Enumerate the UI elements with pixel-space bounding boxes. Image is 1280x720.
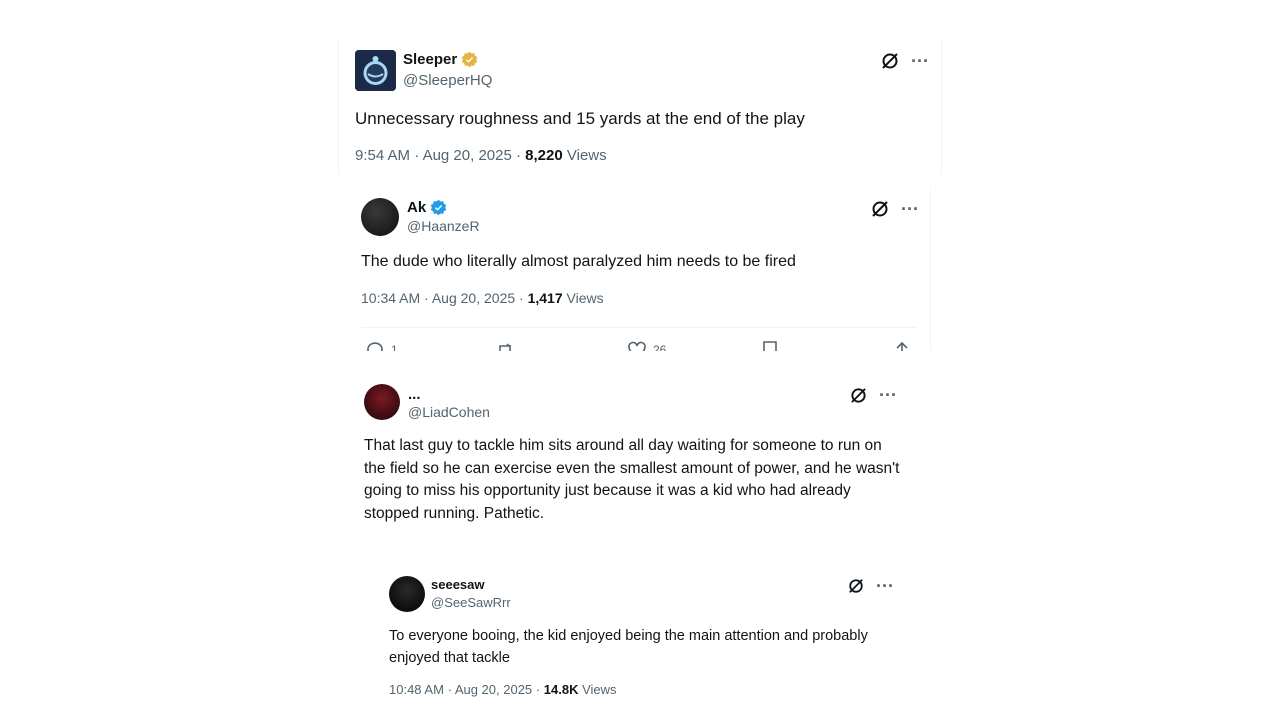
- views-count: 1,417: [527, 290, 563, 306]
- avatar[interactable]: [364, 384, 400, 420]
- tweet-meta: 10:34 AM · Aug 20, 2025 · 1,417 Views: [361, 290, 604, 306]
- tweet-date[interactable]: Aug 20, 2025: [423, 147, 512, 164]
- sleeper-logo-icon: [355, 50, 396, 91]
- bookmark-icon: [763, 341, 777, 351]
- tweet-text: Unnecessary roughness and 15 yards at th…: [355, 109, 805, 128]
- more-icon[interactable]: ···: [911, 52, 929, 70]
- avatar[interactable]: [355, 50, 396, 91]
- like-icon: [628, 341, 646, 351]
- verified-blue-icon: [431, 199, 447, 216]
- views-label: Views: [566, 290, 604, 306]
- views-label: Views: [582, 682, 617, 697]
- display-name[interactable]: Sleeper: [403, 51, 457, 68]
- repost-button[interactable]: [495, 340, 521, 351]
- tweet-card[interactable]: Sleeper @SleeperHQ ··· Unnecessary rough…: [338, 40, 942, 174]
- tweet-text: That last guy to tackle him sits around …: [364, 437, 900, 522]
- tweet-card[interactable]: Ak @HaanzeR ··· The dude who literally a…: [345, 188, 931, 351]
- more-icon[interactable]: ···: [901, 200, 919, 218]
- repost-icon: [499, 343, 511, 351]
- like-count: 26: [653, 343, 667, 351]
- views-count: 8,220: [525, 147, 563, 164]
- tweet-card[interactable]: seeesaw @SeeSawRrr ··· To everyone booin…: [374, 566, 894, 706]
- tweet-card[interactable]: ... @LiadCohen ··· That last guy to tack…: [348, 372, 908, 532]
- like-button[interactable]: 26: [627, 340, 666, 351]
- reply-count: 1: [391, 343, 398, 351]
- tweet-meta: 9:54 AM · Aug 20, 2025 · 8,220 Views: [355, 147, 607, 164]
- bookmark-button[interactable]: [761, 340, 779, 351]
- avatar[interactable]: [389, 576, 425, 612]
- views-count: 14.8K: [543, 682, 579, 697]
- verified-gold-icon: [462, 51, 478, 68]
- reply-button[interactable]: 1: [365, 340, 398, 351]
- display-name[interactable]: seeesaw: [431, 577, 485, 592]
- tweet-meta: 10:48 AM · Aug 20, 2025 · 14.8K Views: [389, 682, 617, 697]
- views-label: Views: [566, 147, 607, 164]
- handle[interactable]: @SleeperHQ: [403, 72, 492, 89]
- tweet-text: To everyone booing, the kid enjoyed bein…: [389, 628, 868, 666]
- share-button[interactable]: [893, 340, 911, 351]
- tweet-text: The dude who literally almost paralyzed …: [361, 253, 796, 270]
- grok-icon[interactable]: [850, 387, 867, 404]
- tweet-date[interactable]: Aug 20, 2025: [432, 290, 515, 306]
- handle[interactable]: @HaanzeR: [407, 218, 480, 234]
- reply-icon: [367, 342, 383, 351]
- tweet-time[interactable]: 10:34 AM: [361, 290, 420, 306]
- more-icon[interactable]: ···: [876, 577, 894, 595]
- grok-icon[interactable]: [871, 200, 889, 218]
- tweet-date[interactable]: Aug 20, 2025: [455, 682, 532, 697]
- handle[interactable]: @SeeSawRrr: [431, 595, 511, 610]
- tweet-time[interactable]: 10:48 AM: [389, 682, 444, 697]
- tweet-time[interactable]: 9:54 AM: [355, 147, 410, 164]
- grok-icon[interactable]: [848, 578, 864, 594]
- share-icon: [896, 341, 908, 351]
- handle[interactable]: @LiadCohen: [408, 404, 490, 420]
- engagement-bar: 1 26: [365, 340, 914, 351]
- display-name[interactable]: Ak: [407, 199, 426, 216]
- grok-icon[interactable]: [881, 52, 899, 70]
- more-icon[interactable]: ···: [879, 386, 897, 404]
- avatar[interactable]: [361, 198, 399, 236]
- display-name[interactable]: ...: [408, 386, 421, 403]
- divider: [361, 327, 916, 328]
